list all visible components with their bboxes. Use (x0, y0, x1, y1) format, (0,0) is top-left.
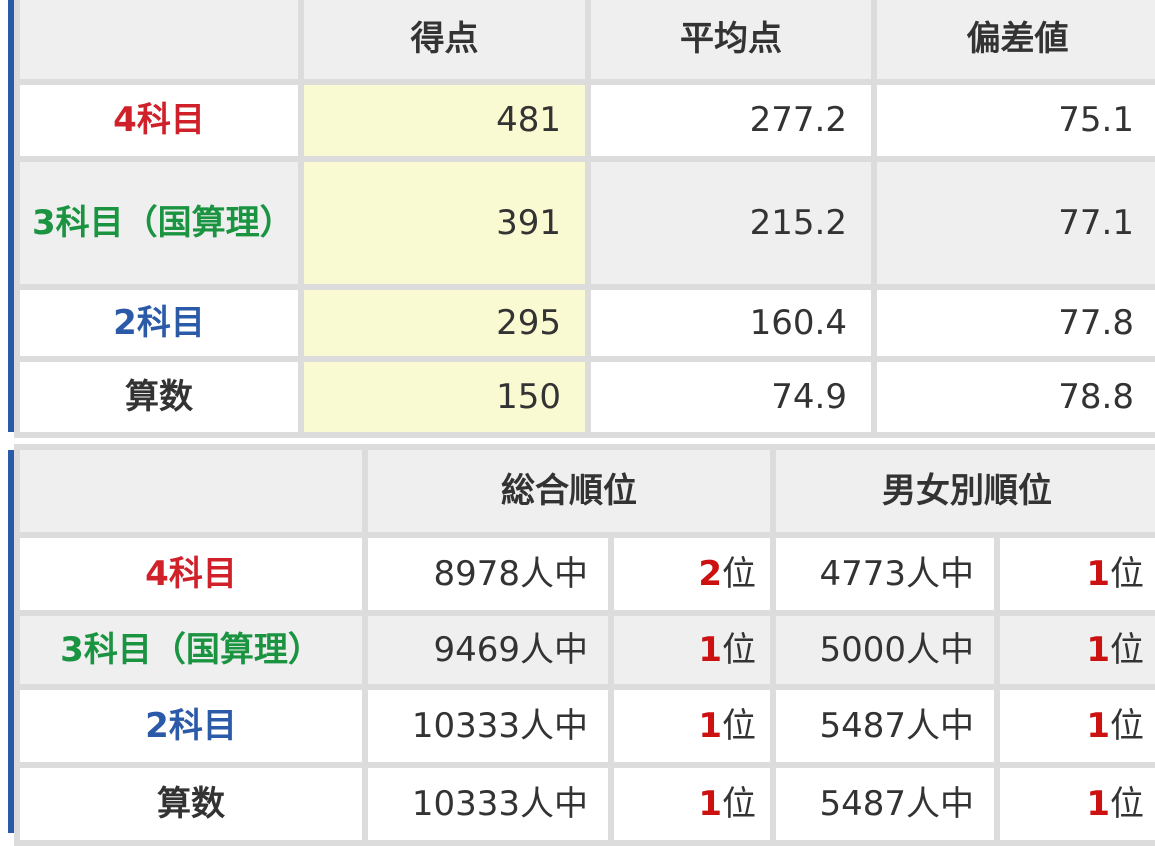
deviation-value: 77.8 (871, 284, 1155, 362)
deviation-value: 75.1 (871, 79, 1155, 162)
rank-suffix: 位 (1110, 629, 1144, 670)
overall-total: 8978人中 (362, 532, 614, 616)
gender-total: 5487人中 (770, 762, 1000, 846)
rank-suffix: 位 (722, 629, 756, 670)
table-row: 算数 10333人中 1位 5487人中 1位 (14, 762, 1155, 846)
average-value: 215.2 (585, 156, 877, 290)
ranks-table: 総合順位 男女別順位 4科目 8978人中 2位 4773人中 1位 3科目（国… (14, 444, 1155, 846)
rank-suffix: 位 (722, 783, 756, 824)
table-row: 4科目 481 277.2 75.1 (14, 79, 1155, 162)
gender-rank-number: 1 (1086, 629, 1110, 670)
overall-rank-number: 1 (698, 783, 722, 824)
gender-total: 5000人中 (770, 610, 1000, 690)
deviation-value: 78.8 (871, 356, 1155, 438)
scores-header-row: 得点 平均点 偏差値 (14, 0, 1155, 85)
table-row: 算数 150 74.9 78.8 (14, 356, 1155, 438)
subject-label-2: 2科目 (14, 284, 304, 362)
score-value: 481 (298, 79, 591, 162)
ranks-header-blank (14, 444, 368, 538)
rank-suffix: 位 (722, 553, 756, 594)
gender-rank: 1位 (994, 532, 1155, 616)
table-row: 2科目 10333人中 1位 5487人中 1位 (14, 684, 1155, 768)
overall-rank: 1位 (608, 684, 776, 768)
rank-suffix: 位 (722, 705, 756, 746)
deviation-column-header: 偏差値 (871, 0, 1155, 85)
table-row: 2科目 295 160.4 77.8 (14, 284, 1155, 362)
score-value: 150 (298, 356, 591, 438)
deviation-value: 77.1 (871, 156, 1155, 290)
gender-rank: 1位 (994, 684, 1155, 768)
gender-total: 5487人中 (770, 684, 1000, 768)
score-value: 295 (298, 284, 591, 362)
table-row: 3科目（国算理） 9469人中 1位 5000人中 1位 (14, 610, 1155, 690)
subject-label-3: 3科目（国算理） (14, 156, 304, 290)
subject-label-2: 2科目 (14, 684, 368, 768)
rank-suffix: 位 (1110, 783, 1144, 824)
subject-label-3: 3科目（国算理） (14, 610, 368, 690)
table-row: 4科目 8978人中 2位 4773人中 1位 (14, 532, 1155, 616)
subject-label-4: 4科目 (14, 532, 368, 616)
gender-rank-number: 1 (1086, 783, 1110, 824)
overall-total: 10333人中 (362, 762, 614, 846)
gender-rank-number: 1 (1086, 705, 1110, 746)
overall-total: 10333人中 (362, 684, 614, 768)
subject-label-math: 算数 (14, 762, 368, 846)
scores-table: 得点 平均点 偏差値 4科目 481 277.2 75.1 3科目（国算理） 3… (14, 0, 1155, 438)
subject-label-math: 算数 (14, 356, 304, 438)
gender-rank: 1位 (994, 610, 1155, 690)
average-column-header: 平均点 (585, 0, 877, 85)
ranks-header-row: 総合順位 男女別順位 (14, 444, 1155, 538)
average-value: 277.2 (585, 79, 877, 162)
gender-total: 4773人中 (770, 532, 1000, 616)
gender-rank-number: 1 (1086, 553, 1110, 594)
score-column-header: 得点 (298, 0, 591, 85)
overall-rank-number: 1 (698, 629, 722, 670)
overall-rank-header: 総合順位 (362, 444, 776, 538)
rank-suffix: 位 (1110, 705, 1144, 746)
gender-rank-header: 男女別順位 (770, 444, 1155, 538)
overall-rank: 1位 (608, 610, 776, 690)
scores-header-blank (14, 0, 304, 85)
table-row: 3科目（国算理） 391 215.2 77.1 (14, 156, 1155, 290)
overall-rank: 2位 (608, 532, 776, 616)
score-value: 391 (298, 156, 591, 290)
rank-suffix: 位 (1110, 553, 1144, 594)
overall-rank-number: 2 (698, 553, 722, 594)
average-value: 160.4 (585, 284, 877, 362)
overall-rank: 1位 (608, 762, 776, 846)
average-value: 74.9 (585, 356, 877, 438)
subject-label-4: 4科目 (14, 79, 304, 162)
overall-rank-number: 1 (698, 705, 722, 746)
gender-rank: 1位 (994, 762, 1155, 846)
overall-total: 9469人中 (362, 610, 614, 690)
